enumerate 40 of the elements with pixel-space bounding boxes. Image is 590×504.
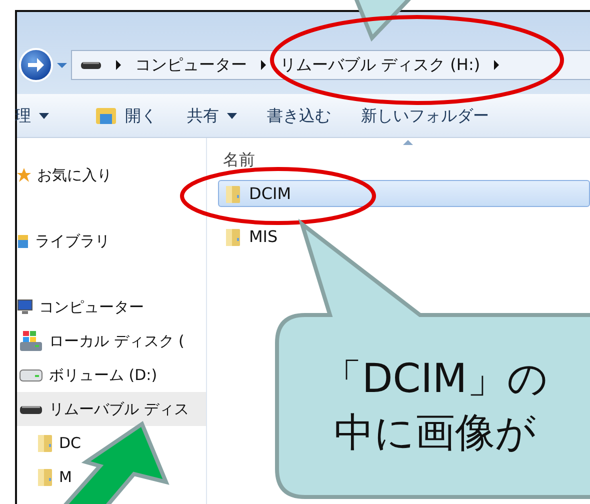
toolbar-button[interactable]: 開く: [95, 104, 157, 128]
column-header[interactable]: 名前: [223, 150, 255, 169]
chevron-icon[interactable]: [261, 60, 266, 70]
folder-icon: [95, 106, 117, 126]
folder-icon: [225, 226, 241, 246]
callout-text: 「DCIM」の: [320, 355, 550, 404]
back-button[interactable]: [19, 48, 53, 82]
folder-icon: [37, 467, 53, 487]
library-icon: [17, 233, 29, 249]
address-bar[interactable]: コンピューター リムーバブル ディスク (H:): [71, 50, 590, 80]
dropdown-icon[interactable]: [227, 112, 237, 118]
folder-icon: [37, 433, 53, 453]
nav-item[interactable]: リムーバブル ディス: [17, 392, 206, 426]
nav-item[interactable]: コンピューター: [17, 290, 206, 324]
nav-item[interactable]: お気に入り: [17, 158, 206, 192]
toolbar-button[interactable]: 書き込む: [267, 104, 331, 128]
nav-item[interactable]: ボリューム (D:): [17, 358, 206, 392]
drive-icon: [19, 368, 43, 382]
folder-icon: [225, 184, 241, 204]
toolbar-button[interactable]: 共有: [187, 104, 237, 128]
file-row[interactable]: MIS: [218, 223, 590, 250]
file-row[interactable]: DCIM: [218, 180, 590, 207]
nav-item[interactable]: DC: [17, 426, 206, 460]
callout-text: 中に画像が: [333, 409, 537, 458]
drive-icon: [19, 403, 43, 415]
star-icon: [17, 168, 31, 182]
sort-arrow-icon: [403, 140, 413, 145]
chevron-icon[interactable]: [116, 60, 121, 70]
computer-icon: [17, 299, 33, 315]
breadcrumb-segment[interactable]: コンピューター: [135, 53, 247, 77]
nav-item[interactable]: ライブラリ: [17, 224, 206, 258]
nav-item[interactable]: ローカル ディスク (: [17, 324, 206, 358]
system-disk-icon: [19, 330, 43, 352]
dropdown-icon[interactable]: [39, 112, 49, 118]
chevron-icon[interactable]: [494, 60, 500, 70]
breadcrumb-segment[interactable]: リムーバブル ディスク (H:): [280, 53, 480, 77]
drive-icon: [80, 60, 102, 70]
toolbar-button[interactable]: 新しいフォルダー: [361, 104, 489, 128]
nav-item[interactable]: M: [17, 460, 206, 494]
arrow-icon: [27, 57, 45, 73]
